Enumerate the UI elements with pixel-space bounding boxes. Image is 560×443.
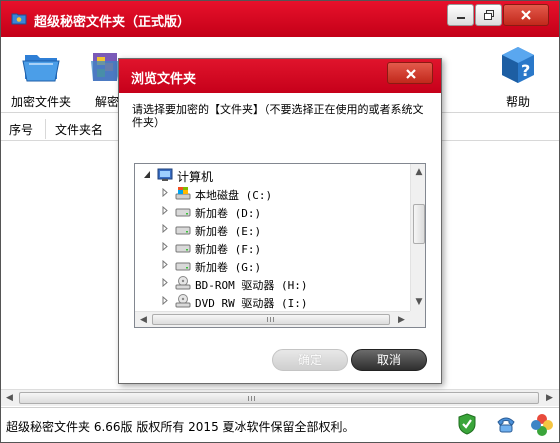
encrypt-folder-label: 加密文件夹 [10,95,71,109]
drive-icon [175,226,191,235]
tree-node-drive-d[interactable]: 新加卷 (D:) [135,202,407,220]
tree-node-label: 新加卷 (F:) [195,243,262,256]
tree-node-drive-e[interactable]: 新加卷 (E:) [135,220,407,238]
status-text: 超级秘密文件夹 6.66版 版权所有 2015 夏冰软件保留全部权利。 [6,420,355,434]
main-horizontal-scrollbar[interactable]: ◀ ▶ [1,389,559,406]
close-icon [406,69,416,79]
system-drive-icon [175,187,191,200]
dialog-titlebar[interactable]: 浏览文件夹 [119,59,441,93]
tree-node-label: 本地磁盘 (C:) [195,189,273,202]
help-icon: ? [502,47,534,83]
folder-tree[interactable]: 计算机 本地磁盘 (C:) 新加卷 (D:) 新加卷 (E:) 新加卷 (F:)… [134,163,426,328]
expand-arrow-icon[interactable] [161,206,169,215]
help-label: 帮助 [505,95,530,109]
tree-node-label: DVD RW 驱动器 (I:) [195,297,308,310]
window-title: 超级秘密文件夹（正式版） [34,15,191,30]
close-icon [521,10,531,20]
dialog-close-button[interactable] [387,62,433,84]
blue-folder-icon [22,55,60,82]
drive-icon [175,244,191,253]
expand-arrow-icon[interactable] [161,260,169,269]
expand-arrow-icon[interactable] [161,278,169,287]
pinwheel-icon[interactable] [531,412,553,436]
scroll-right-icon[interactable]: ▶ [393,312,410,327]
minimize-button[interactable] [447,4,474,26]
ok-button[interactable]: 确定 [272,349,348,371]
main-titlebar[interactable]: 超级秘密文件夹（正式版） [1,1,559,37]
tree-node-label: BD-ROM 驱动器 (H:) [195,279,308,292]
help-button[interactable]: ? 帮助 [495,43,541,110]
optical-drive-icon [175,276,191,290]
shield-check-icon[interactable] [457,412,477,436]
scroll-right-icon[interactable]: ▶ [541,390,558,406]
tree-node-drive-h[interactable]: BD-ROM 驱动器 (H:) [135,274,407,292]
scroll-up-icon[interactable]: ▲ [411,164,425,180]
scrollbar-corner [410,311,425,327]
expand-arrow-icon[interactable] [161,296,169,305]
tree-node-label: 新加卷 (E:) [195,225,262,238]
column-header-folder-name[interactable]: 文件夹名 [55,121,103,138]
phone-icon[interactable] [495,412,517,436]
tree-node-drive-i[interactable]: DVD RW 驱动器 (I:) [135,292,407,310]
expand-arrow-icon[interactable] [161,224,169,233]
status-bar: 超级秘密文件夹 6.66版 版权所有 2015 夏冰软件保留全部权利。 [1,407,559,442]
tree-vertical-scrollbar[interactable]: ▲ ▼ [410,164,425,311]
encrypt-folder-button[interactable]: 加密文件夹 [9,43,73,110]
tree-node-drive-f[interactable]: 新加卷 (F:) [135,238,407,256]
dialog-title: 浏览文件夹 [131,72,197,87]
main-scroll-thumb[interactable] [19,392,539,404]
tree-node-drive-g[interactable]: 新加卷 (G:) [135,256,407,274]
tree-node-label: 新加卷 (D:) [195,207,262,220]
scroll-left-icon[interactable]: ◀ [135,312,152,327]
close-button[interactable] [503,4,549,26]
drive-icon [175,262,191,271]
column-divider[interactable] [45,119,46,139]
restore-icon [484,10,494,20]
tree-node-drive-c[interactable]: 本地磁盘 (C:) [135,184,407,202]
tree-node-label: 新加卷 (G:) [195,261,262,274]
drive-icon [175,208,191,217]
tree-node-computer[interactable]: 计算机 [135,166,407,184]
dialog-instruction: 请选择要加密的【文件夹】（不要选择正在使用的或者系统文件夹） [132,103,424,129]
cancel-button[interactable]: 取消 [351,349,427,371]
computer-icon [157,168,173,181]
tree-node-label: 计算机 [177,170,214,184]
scroll-left-icon[interactable]: ◀ [1,390,18,406]
scroll-down-icon[interactable]: ▼ [411,294,425,310]
collapse-arrow-icon[interactable] [143,170,151,179]
minimize-icon [457,17,465,19]
svg-text:?: ? [521,61,530,80]
tree-hscroll-thumb[interactable] [152,314,390,325]
optical-drive-icon [175,294,191,308]
tree-vscroll-thumb[interactable] [413,204,425,244]
tree-horizontal-scrollbar[interactable]: ◀ ▶ [135,311,410,327]
expand-arrow-icon[interactable] [161,242,169,251]
column-header-index[interactable]: 序号 [9,121,33,138]
expand-arrow-icon[interactable] [161,188,169,197]
browse-folder-dialog: 浏览文件夹 请选择要加密的【文件夹】（不要选择正在使用的或者系统文件夹） 计算机 [118,58,442,384]
app-folder-icon [11,13,27,25]
restore-button[interactable] [475,4,502,26]
